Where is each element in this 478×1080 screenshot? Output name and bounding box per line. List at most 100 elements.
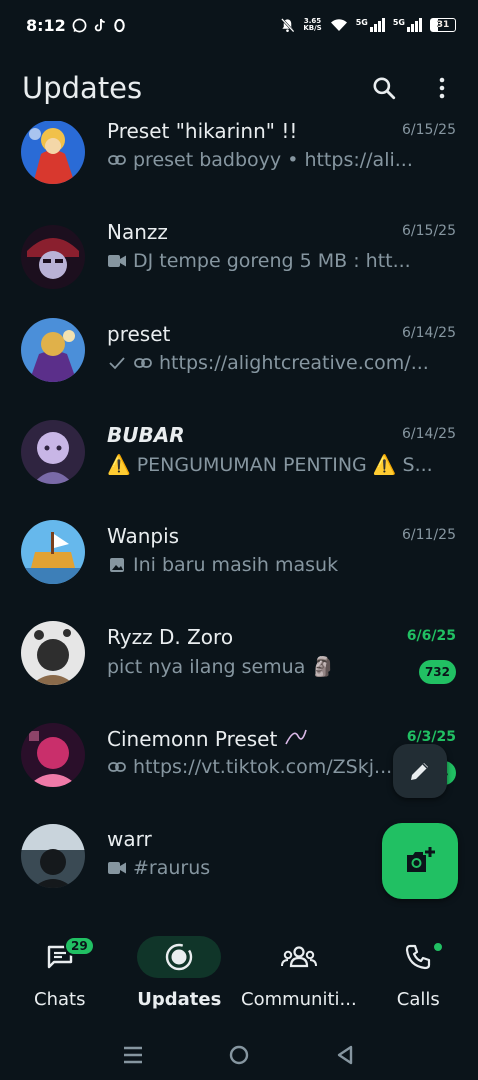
link-icon (107, 757, 127, 777)
battery-level: 31 (436, 20, 450, 30)
row-name: Cinemonn Preset (107, 726, 308, 751)
row-preview-text: ⚠️ PENGUMUMAN PENTING ⚠️ S... (107, 454, 433, 476)
row-preview-text: https://alightcreative.com/... (159, 352, 429, 374)
nav-label: Updates (137, 989, 222, 1010)
nav-chats[interactable]: 29 Chats (0, 920, 120, 1030)
row-name: Ryzz D. Zoro (107, 625, 234, 649)
search-button[interactable] (370, 74, 398, 102)
more-options-button[interactable] (428, 74, 456, 102)
communities-icon (280, 946, 317, 968)
tiktok-icon (94, 18, 105, 31)
home-icon (229, 1045, 249, 1065)
row-preview-text: pict nya ilang semua 🗿 (107, 656, 336, 678)
battery-icon: 31 (430, 18, 456, 32)
recents-button[interactable] (118, 1040, 148, 1070)
system-navigation (0, 1030, 478, 1080)
row-name: Preset "hikarinn" !! (107, 119, 298, 143)
unread-badge: 732 (418, 660, 456, 684)
bottom-navigation: 29 Chats Updates Communiti... Calls (0, 920, 478, 1030)
row-date: 6/6/25 (406, 628, 456, 644)
avatar (21, 621, 85, 685)
recents-icon (124, 1046, 142, 1064)
link-icon (133, 353, 153, 373)
edit-status-button[interactable] (393, 744, 447, 798)
image-icon (107, 555, 127, 575)
net-speed: 3.65 KB/S (303, 18, 321, 32)
signal-2: 5G (393, 18, 422, 32)
row-name: preset (107, 322, 171, 346)
row-date: 6/11/25 (402, 527, 456, 543)
row-preview-text: preset badboyy • https://ali... (133, 149, 413, 171)
row-preview: pict nya ilang semua 🗿 (107, 655, 407, 678)
signal-1: 5G (356, 18, 385, 32)
row-name: Nanzz (107, 220, 168, 244)
row-preview-text: https://vt.tiktok.com/ZSkj... (133, 756, 393, 778)
back-button[interactable] (330, 1040, 360, 1070)
header-actions (370, 74, 456, 102)
list-item[interactable]: Preset "hikarinn" !! 6/15/25 preset badb… (0, 119, 478, 220)
nav-updates[interactable]: Updates (120, 920, 240, 1030)
row-date: 6/14/25 (402, 325, 456, 341)
nav-label: Calls (396, 989, 440, 1010)
camera-status-button[interactable] (382, 823, 458, 899)
avatar (21, 225, 85, 289)
nav-label: Chats (34, 989, 86, 1010)
camera-add-icon (407, 847, 435, 872)
nav-calls[interactable]: Calls (359, 920, 478, 1030)
row-date: 6/15/25 (402, 122, 456, 138)
avatar (21, 120, 85, 184)
avatar (21, 723, 85, 787)
list-item[interactable]: preset 6/14/25 https://alightcreative.co… (0, 318, 478, 423)
calls-icon (406, 944, 431, 970)
row-preview: Ini baru masih masuk (107, 554, 442, 576)
row-preview: #raurus (107, 857, 407, 879)
network-type-1: 5G (355, 18, 368, 27)
row-preview: https://alightcreative.com/... (107, 352, 442, 374)
video-icon (107, 858, 127, 878)
app-header: Updates (0, 55, 478, 121)
list-item[interactable]: BUBAR 6/14/25 ⚠️ PENGUMUMAN PENTING ⚠️ S… (0, 420, 478, 524)
row-date: 6/15/25 (402, 223, 456, 239)
row-preview: https://vt.tiktok.com/ZSkj... (107, 756, 442, 778)
row-preview: preset badboyy • https://ali... (107, 149, 442, 171)
row-preview-text: #raurus (133, 857, 211, 879)
search-icon (373, 77, 396, 100)
status-time: 8:12 (26, 15, 66, 35)
nav-pill (376, 936, 460, 978)
mute-bell-icon (281, 18, 295, 33)
row-date: 6/3/25 (406, 729, 456, 745)
list-item[interactable]: Nanzz 6/15/25 DJ tempe goreng 5 MB : htt… (0, 220, 478, 321)
video-icon (107, 251, 127, 271)
row-preview-text: DJ tempe goreng 5 MB : htt... (133, 250, 411, 272)
status-left-icons (72, 18, 126, 33)
list-item[interactable]: Ryzz D. Zoro 6/6/25 pict nya ilang semua… (0, 621, 478, 726)
nav-communities[interactable]: Communiti... (239, 920, 359, 1030)
row-name: Wanpis (107, 524, 180, 548)
more-vert-icon (439, 77, 445, 99)
row-date: 6/14/25 (402, 426, 456, 442)
nav-label: Communiti... (241, 989, 357, 1010)
list-item[interactable]: Wanpis 6/11/25 Ini baru masih masuk (0, 520, 478, 625)
pencil-icon (411, 763, 428, 780)
nav-pill (257, 936, 341, 978)
status-bar: 8:12 3.65 KB/S 5G 5G 31 (0, 0, 478, 50)
chat-list[interactable]: Preset "hikarinn" !! 6/15/25 preset badb… (0, 110, 478, 920)
back-icon (337, 1045, 353, 1065)
swoosh-icon (284, 729, 307, 745)
row-name: warr (107, 827, 152, 851)
updates-icon (166, 943, 193, 971)
row-name-text: Cinemonn Preset (107, 727, 278, 751)
avatar (21, 520, 85, 584)
circle-app-icon (114, 18, 125, 32)
row-preview: ⚠️ PENGUMUMAN PENTING ⚠️ S... (107, 453, 442, 476)
avatar (21, 318, 85, 382)
home-button[interactable] (224, 1040, 254, 1070)
wifi-icon (330, 19, 347, 31)
avatar (21, 824, 85, 888)
page-title: Updates (22, 71, 143, 105)
row-name: BUBAR (107, 423, 185, 447)
nav-pill-active (137, 936, 222, 978)
check-icon (107, 353, 127, 373)
avatar (21, 420, 85, 484)
whatsapp-icon (72, 18, 87, 32)
